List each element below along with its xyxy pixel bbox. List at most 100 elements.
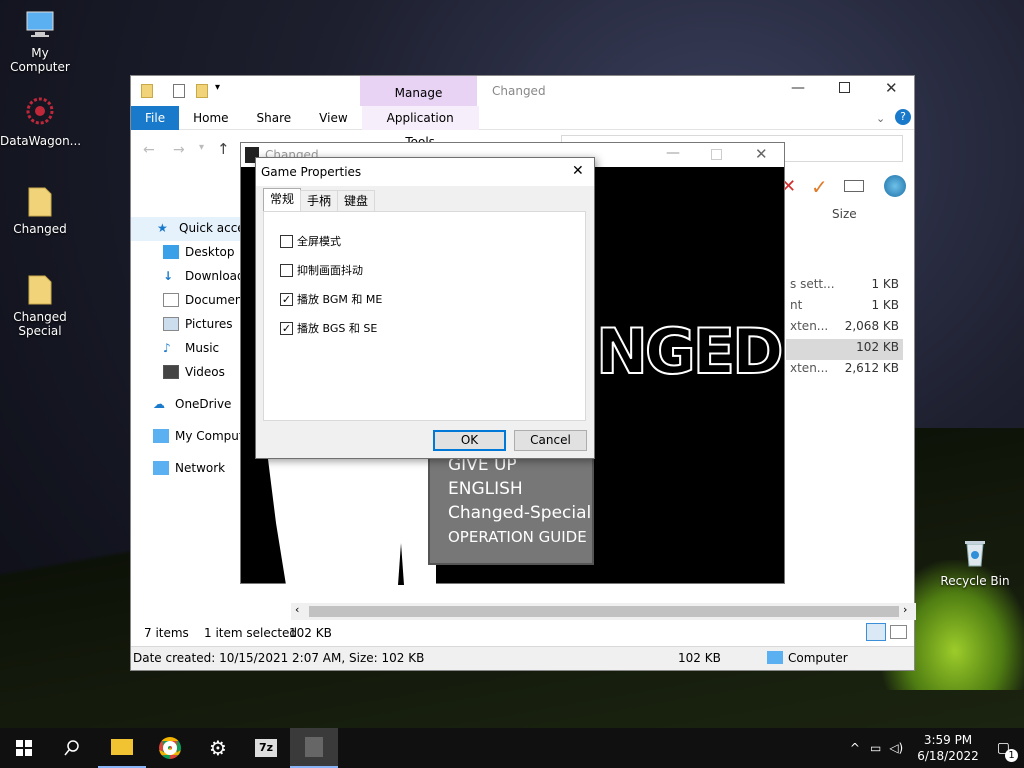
videos-icon: [163, 365, 179, 379]
table-row[interactable]: 102 KB: [786, 338, 901, 359]
desktop-icon-label: Changed Special: [13, 310, 67, 338]
desktop-icon: [163, 245, 179, 259]
close-button[interactable]: ✕: [885, 79, 898, 97]
desktop-icon-datawagon[interactable]: DataWagon...: [0, 96, 81, 148]
windows-icon: [16, 740, 32, 756]
menu-item-operation-guide[interactable]: OPERATION GUIDE: [430, 525, 592, 549]
tab-gamepad[interactable]: 手柄: [300, 190, 339, 211]
taskbar-game[interactable]: [290, 728, 338, 768]
cancel-button[interactable]: Cancel: [514, 430, 587, 451]
menu-item-changed-special[interactable]: Changed-Special: [430, 501, 592, 525]
download-icon: ↓: [163, 269, 174, 283]
desktop-icon-changed[interactable]: Changed: [0, 184, 80, 236]
taskbar-chrome[interactable]: [146, 728, 194, 768]
network-icon[interactable]: ▭: [870, 741, 881, 755]
dialog-close-button[interactable]: ✕: [572, 163, 584, 179]
7zip-icon: 7z: [255, 739, 277, 757]
checkbox-fullscreen[interactable]: [280, 234, 293, 248]
details-size: 102 KB: [678, 651, 721, 665]
sidebar-item-videos[interactable]: Videos: [163, 365, 225, 379]
column-header-size[interactable]: Size: [832, 207, 857, 221]
chevron-up-icon[interactable]: ^: [850, 741, 860, 755]
notification-icon[interactable]: ▢ 1: [997, 740, 1018, 762]
option-reduce-screen-shake[interactable]: 抑制画面抖动: [280, 262, 363, 278]
menu-item-english[interactable]: ENGLISH: [430, 477, 592, 501]
search-button[interactable]: [48, 728, 96, 768]
option-fullscreen[interactable]: 全屏模式: [280, 233, 341, 249]
up-arrow-icon[interactable]: ↑: [217, 140, 230, 158]
cloud-icon: ☁: [153, 397, 165, 411]
ribbon-expand-icon[interactable]: ⌄: [876, 112, 885, 125]
start-button[interactable]: [0, 728, 48, 768]
checkbox-reduce-shake[interactable]: [280, 263, 293, 277]
help-icon[interactable]: ?: [895, 109, 911, 125]
tab-general[interactable]: 常规: [263, 188, 302, 211]
taskbar-7zip[interactable]: 7z: [242, 728, 290, 768]
rename-icon[interactable]: [844, 180, 864, 192]
datawagon-icon: [23, 96, 57, 130]
check-icon[interactable]: ✓: [811, 175, 828, 199]
back-arrow-icon[interactable]: ←: [143, 142, 155, 158]
option-play-bgm-me[interactable]: ✓ 播放 BGM 和 ME: [280, 291, 382, 307]
taskbar-file-explorer[interactable]: [98, 728, 146, 768]
table-row[interactable]: s sett... 1 KB: [786, 275, 901, 296]
tab-home[interactable]: Home: [179, 106, 242, 130]
horizontal-scrollbar[interactable]: ‹ ›: [291, 603, 916, 620]
tab-view[interactable]: View: [305, 106, 361, 130]
tab-share[interactable]: Share: [243, 106, 306, 130]
sidebar-item-pictures[interactable]: Pictures: [163, 317, 233, 331]
maximize-button[interactable]: [839, 82, 850, 93]
forward-arrow-icon[interactable]: →: [173, 142, 185, 158]
new-folder-icon[interactable]: [196, 84, 208, 98]
desktop-icon-my-computer[interactable]: My Computer: [0, 8, 80, 74]
sidebar-item-desktop[interactable]: Desktop: [163, 245, 235, 259]
details-view-icon[interactable]: [866, 623, 886, 641]
game-maximize-button[interactable]: [711, 149, 722, 160]
quick-access-dropdown-icon[interactable]: ▾: [215, 82, 220, 93]
ok-button[interactable]: OK: [433, 430, 506, 451]
file-size: 2,068 KB: [844, 319, 899, 333]
table-row[interactable]: nt 1 KB: [786, 296, 901, 317]
sidebar-item-downloads[interactable]: ↓ Downloads: [163, 269, 251, 283]
computer-icon: [153, 429, 169, 443]
game-title-menu: GIVE UP ENGLISH Changed-Special OPERATIO…: [428, 449, 594, 565]
sidebar-item-label: Music: [185, 341, 220, 355]
desktop-icon-label: Changed: [13, 222, 67, 236]
large-icons-view-icon[interactable]: [890, 625, 907, 639]
option-play-bgs-se[interactable]: ✓ 播放 BGS 和 SE: [280, 320, 377, 336]
clock[interactable]: 3:59 PM 6/18/2022: [917, 732, 979, 764]
network-icon: [153, 461, 169, 475]
document-icon: [163, 293, 179, 307]
checkbox-bgs-se[interactable]: ✓: [280, 321, 293, 335]
volume-icon[interactable]: ◁): [889, 741, 903, 755]
file-name-fragment: xten...: [790, 361, 829, 375]
sidebar-item-onedrive[interactable]: ☁ OneDrive: [153, 397, 231, 411]
recent-dropdown-icon[interactable]: ▾: [199, 142, 204, 153]
file-name-fragment: s sett...: [790, 277, 835, 291]
properties-icon[interactable]: [173, 84, 185, 98]
file-name-fragment: xten...: [790, 319, 829, 333]
taskbar-settings[interactable]: ⚙: [194, 728, 242, 768]
desktop-icon-recycle-bin[interactable]: Recycle Bin: [935, 536, 1015, 588]
dialog-title: Game Properties: [261, 165, 362, 179]
star-icon: ★: [157, 221, 168, 235]
scroll-right-icon[interactable]: ›: [903, 603, 907, 616]
details-text: Date created: 10/15/2021 2:07 AM, Size: …: [133, 651, 425, 665]
tab-file[interactable]: File: [131, 105, 180, 130]
table-row[interactable]: xten... 2,612 KB: [786, 359, 901, 380]
game-close-button[interactable]: ✕: [755, 145, 768, 163]
minimize-button[interactable]: —: [791, 80, 805, 96]
table-row[interactable]: xten... 2,068 KB: [786, 317, 901, 338]
scrollbar-thumb[interactable]: [309, 606, 899, 617]
scroll-left-icon[interactable]: ‹: [295, 603, 299, 616]
search-icon: [64, 740, 79, 756]
tab-application-tools[interactable]: Application Tools: [361, 105, 479, 149]
game-minimize-button[interactable]: —: [666, 145, 680, 161]
sidebar-item-music[interactable]: ♪ Music: [163, 341, 219, 355]
tab-keyboard[interactable]: 键盘: [337, 190, 376, 211]
globe-icon[interactable]: [884, 175, 906, 197]
checkbox-bgm-me[interactable]: ✓: [280, 292, 293, 306]
sidebar-item-label: Videos: [185, 365, 225, 379]
sidebar-item-network[interactable]: Network: [153, 461, 225, 475]
desktop-icon-changed-special[interactable]: Changed Special: [0, 272, 80, 338]
